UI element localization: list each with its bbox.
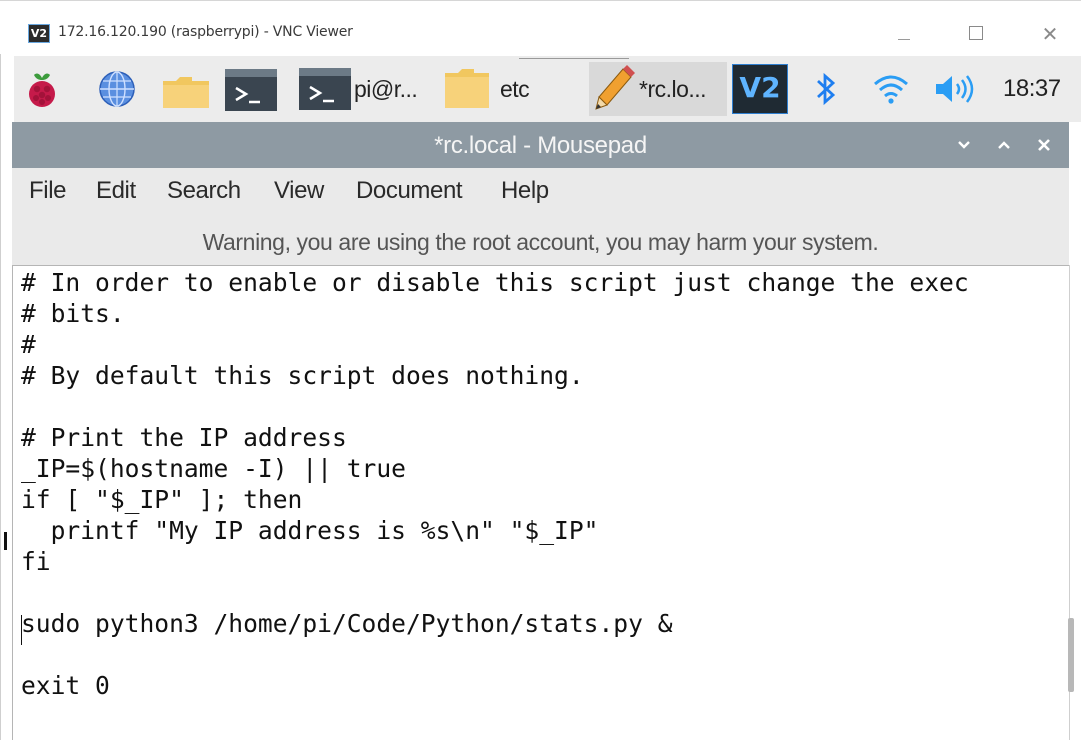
panel-separator xyxy=(519,58,629,59)
code-line: # bits. xyxy=(21,299,125,328)
menu-search[interactable]: Search xyxy=(167,177,241,205)
terminal-icon[interactable] xyxy=(224,68,278,112)
raspberry-pi-icon[interactable] xyxy=(24,69,60,109)
root-warning-text: Warning, you are using the root account,… xyxy=(202,229,879,255)
root-warning-bar: Warning, you are using the root account,… xyxy=(12,218,1069,265)
code-line: # xyxy=(21,330,36,359)
chevron-up-icon xyxy=(998,141,1010,149)
code-line: sudo python3 /home/pi/Code/Python/stats.… xyxy=(21,609,673,638)
text-cursor xyxy=(21,615,22,645)
vnc-viewer-titlebar[interactable]: V2 172.16.120.190 (raspberrypi) - VNC Vi… xyxy=(0,0,1081,55)
code-line: # In order to enable or disable this scr… xyxy=(21,268,969,297)
vnc-app-icon: V2 xyxy=(28,24,50,43)
web-browser-icon[interactable] xyxy=(98,70,136,108)
mousepad-minimize-button[interactable] xyxy=(950,131,978,159)
vnc-icon[interactable]: V2 xyxy=(732,64,788,114)
text-editor-icon xyxy=(595,65,635,110)
maximize-icon xyxy=(969,26,983,40)
minimize-button[interactable] xyxy=(881,15,927,51)
mousepad-maximize-button[interactable] xyxy=(990,131,1018,159)
menu-view[interactable]: View xyxy=(274,177,324,205)
taskbar-terminal-label: pi@r... xyxy=(354,75,418,102)
file-manager-icon[interactable] xyxy=(162,77,210,109)
vnc-window-title: 172.16.120.190 (raspberrypi) - VNC Viewe… xyxy=(58,24,353,40)
menu-help[interactable]: Help xyxy=(501,177,549,205)
taskbar-terminal-button[interactable]: pi@r... xyxy=(298,64,438,114)
code-line: printf "My IP address is %s\n" "$_IP" xyxy=(21,516,599,545)
taskbar-folder-label: etc xyxy=(500,75,530,102)
code-line: # By default this script does nothing. xyxy=(21,361,584,390)
terminal-icon xyxy=(299,68,351,110)
volume-icon[interactable] xyxy=(934,74,978,104)
editor-text-area[interactable]: # In order to enable or disable this scr… xyxy=(12,265,1069,740)
viewer-left-edge xyxy=(0,54,1,740)
panel-clock[interactable]: 18:37 xyxy=(1003,75,1061,103)
taskbar-editor-label: *rc.lo... xyxy=(639,75,707,102)
wifi-icon[interactable] xyxy=(872,73,910,105)
viewer-edge-marker xyxy=(4,532,7,550)
code-line: # Print the IP address xyxy=(21,423,347,452)
taskbar-folder-button[interactable]: etc xyxy=(442,64,580,114)
folder-icon xyxy=(445,69,489,108)
bluetooth-icon[interactable] xyxy=(814,71,838,107)
code-line: if [ "$_IP" ]; then xyxy=(21,485,303,514)
maximize-button[interactable] xyxy=(953,15,999,51)
screen: V2 172.16.120.190 (raspberrypi) - VNC Vi… xyxy=(0,0,1081,740)
taskbar-editor-button[interactable]: *rc.lo... xyxy=(589,62,727,116)
chevron-down-icon xyxy=(958,141,970,149)
editor-scrollbar[interactable] xyxy=(1068,618,1074,692)
raspberry-pi-panel: pi@r... etc *rc.lo... V2 18:37 xyxy=(14,56,1081,122)
menu-file[interactable]: File xyxy=(29,177,66,205)
mousepad-window-title: *rc.local - Mousepad xyxy=(434,132,647,159)
menu-document[interactable]: Document xyxy=(356,177,463,205)
menu-edit[interactable]: Edit xyxy=(96,177,136,205)
close-icon xyxy=(1038,139,1050,151)
code-line: exit 0 xyxy=(21,671,110,700)
close-window-button[interactable]: ✕ xyxy=(1027,15,1073,51)
menu-bar: File Edit Search View Document Help xyxy=(12,168,1069,218)
mousepad-titlebar[interactable]: *rc.local - Mousepad xyxy=(12,122,1069,168)
mousepad-close-button[interactable] xyxy=(1030,131,1058,159)
minimize-icon xyxy=(898,39,910,40)
code-line: fi xyxy=(21,547,51,576)
close-icon: ✕ xyxy=(1041,22,1059,46)
code-line: _IP=$(hostname -I) || true xyxy=(21,454,406,483)
